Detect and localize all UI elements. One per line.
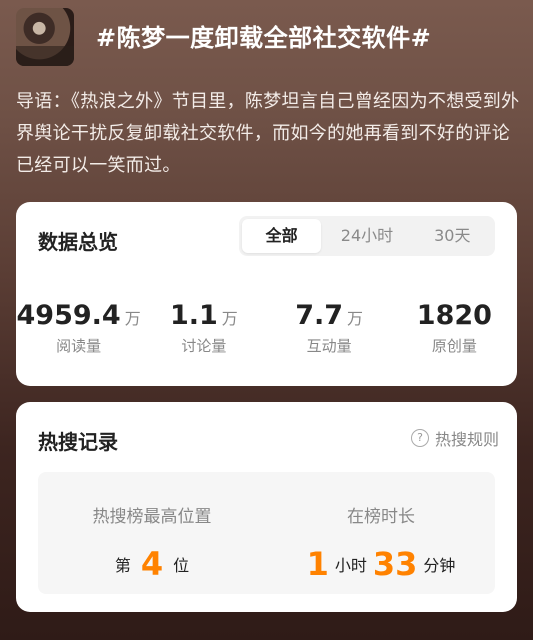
- stat-label: 阅读量: [56, 337, 102, 355]
- peak-position-value: 4: [140, 545, 164, 583]
- stat-label: 互动量: [306, 337, 352, 355]
- stat-unit: 万: [124, 309, 141, 328]
- stat-unit: 万: [221, 309, 238, 328]
- hot-search-rules-link[interactable]: ? 热搜规则: [410, 426, 499, 450]
- time-on-list-heading: 在榜时长: [347, 507, 415, 527]
- tab-all[interactable]: 全部: [242, 219, 322, 253]
- stat-label: 原创量: [431, 337, 477, 355]
- time-range-segmented-control: 全部 24小时 30天: [239, 216, 495, 256]
- stat-value: 7.7: [295, 300, 344, 331]
- tab-30d[interactable]: 30天: [413, 219, 492, 253]
- stat-discussions: 1.1 万 讨论量: [141, 300, 266, 356]
- topic-title: #陈梦一度卸载全部社交软件#: [96, 24, 432, 52]
- stat-reads: 4959.4 万 阅读量: [16, 300, 141, 356]
- stat-value: 1.1: [169, 300, 218, 331]
- peak-suffix: 位: [173, 556, 190, 575]
- hot-search-record-card: 热搜记录 ? 热搜规则 热搜榜最高位置 第4位 在榜时长 1 小时 33 分钟: [16, 402, 517, 612]
- hot-search-title: 热搜记录: [38, 430, 118, 454]
- rules-label: 热搜规则: [434, 430, 499, 449]
- tab-24h[interactable]: 24小时: [327, 219, 406, 253]
- topic-header: #陈梦一度卸载全部社交软件#: [0, 0, 533, 82]
- stat-label: 讨论量: [181, 337, 227, 355]
- hot-search-metrics-panel: 热搜榜最高位置 第4位 在榜时长 1 小时 33 分钟: [38, 472, 495, 594]
- stat-interactions: 7.7 万 互动量: [267, 300, 392, 356]
- minutes-unit: 分钟: [423, 556, 456, 575]
- hours-value: 1: [306, 545, 329, 583]
- data-overview-card: 数据总览 全部 24小时 30天 4959.4 万 阅读量 1.1 万 讨论量 7.…: [16, 202, 517, 386]
- stat-value: 4959.4: [16, 300, 121, 331]
- stat-value: 1820: [416, 300, 492, 331]
- stats-row: 4959.4 万 阅读量 1.1 万 讨论量 7.7 万 互动量 1820 原创量: [16, 300, 517, 356]
- peak-prefix: 第: [114, 556, 131, 575]
- peak-position-metric: 热搜榜最高位置 第4位: [38, 472, 266, 583]
- stat-unit: 万: [347, 309, 364, 328]
- peak-position-heading: 热搜榜最高位置: [92, 507, 212, 527]
- topic-thumbnail[interactable]: [16, 8, 74, 66]
- time-on-list-metric: 在榜时长 1 小时 33 分钟: [267, 472, 495, 583]
- hours-unit: 小时: [334, 556, 367, 575]
- stat-originals: 1820 原创量: [392, 300, 517, 356]
- question-circle-icon: ?: [410, 429, 429, 447]
- minutes-value: 33: [372, 545, 418, 583]
- topic-lead-text: 导语：《热浪之外》节目里，陈梦坦言自己曾经因为不想受到外界舆论干扰反复卸载社交软…: [16, 91, 520, 176]
- overview-title: 数据总览: [38, 230, 118, 254]
